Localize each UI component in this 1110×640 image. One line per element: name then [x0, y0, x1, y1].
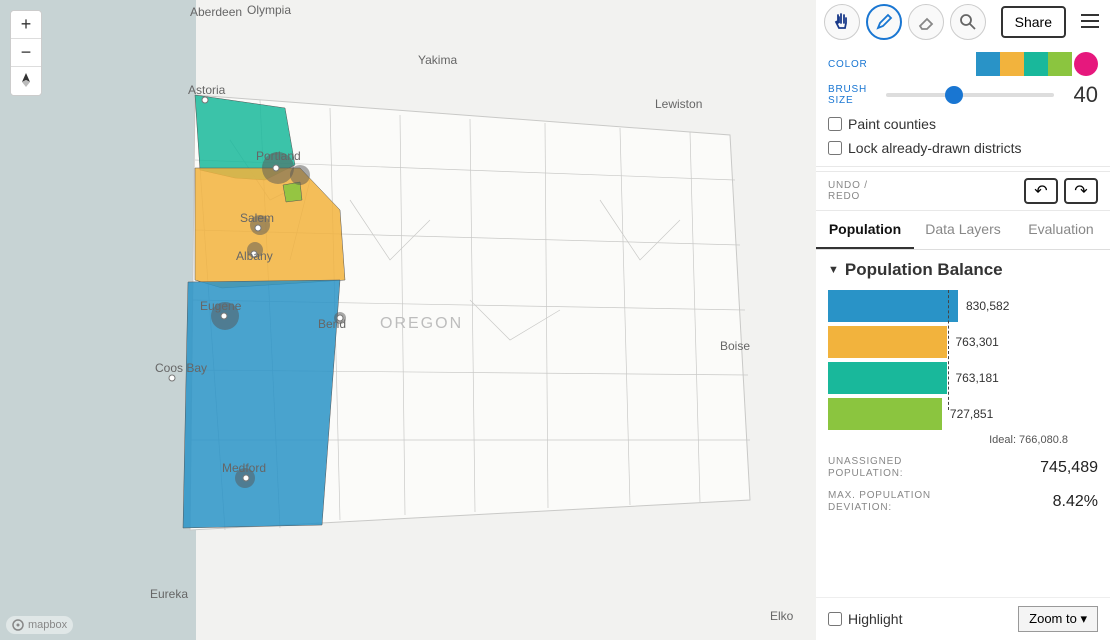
population-bar-row: 763,301 — [828, 326, 1098, 358]
brush-size-label: BRUSH SIZE — [828, 84, 878, 106]
color-label: COLOR — [828, 59, 878, 70]
mapbox-attribution: mapbox — [6, 616, 73, 634]
menu-button[interactable] — [1080, 13, 1100, 32]
svg-text:Aberdeen: Aberdeen — [190, 5, 242, 19]
swatch-5[interactable] — [1074, 52, 1098, 76]
lock-districts-checkbox[interactable] — [828, 141, 842, 155]
svg-text:Bend: Bend — [318, 317, 346, 331]
lock-districts-option[interactable]: Lock already-drawn districts — [828, 140, 1098, 156]
dropdown-icon: ▾ — [1080, 611, 1087, 626]
district-green — [283, 182, 302, 202]
population-panel: ▼ Population Balance 830,582 763,301 763,1… — [816, 250, 1110, 597]
brush-settings: COLOR BRUSH SIZE 40 Paint counties Lock … — [816, 46, 1110, 167]
unassigned-value: 745,489 — [1040, 459, 1098, 477]
bottom-row: Highlight Zoom to ▾ — [816, 597, 1110, 640]
share-button[interactable]: Share — [1001, 6, 1066, 38]
population-bar — [828, 326, 947, 358]
population-bars: 830,582 763,301 763,181 727,851 — [828, 290, 1098, 430]
paint-counties-checkbox[interactable] — [828, 117, 842, 131]
swatch-3[interactable] — [1024, 52, 1048, 76]
svg-text:Medford: Medford — [222, 461, 266, 475]
zoom-to-button[interactable]: Zoom to ▾ — [1018, 606, 1098, 632]
svg-text:Lewiston: Lewiston — [655, 97, 702, 111]
unassigned-label: UNASSIGNED POPULATION: — [828, 456, 978, 480]
tool-toolbar: Share — [816, 0, 1110, 46]
tab-evaluation[interactable]: Evaluation — [1012, 211, 1110, 249]
svg-text:Astoria: Astoria — [188, 83, 226, 97]
district-blue — [183, 280, 340, 528]
swatch-4[interactable] — [1048, 52, 1072, 76]
sidebar: Share COLOR BRUSH SIZE 40 Paint counties — [816, 0, 1110, 640]
svg-text:Eureka: Eureka — [150, 587, 188, 601]
svg-text:Yakima: Yakima — [418, 53, 457, 67]
svg-text:Albany: Albany — [236, 249, 273, 263]
collapse-icon: ▼ — [828, 264, 839, 276]
state-label: OREGON — [380, 315, 463, 332]
undo-redo-label: UNDO / REDO — [828, 180, 878, 202]
highlight-checkbox[interactable] — [828, 612, 842, 626]
eraser-tool[interactable] — [908, 4, 944, 40]
svg-text:Salem: Salem — [240, 211, 274, 225]
population-bar-row: 763,181 — [828, 362, 1098, 394]
brush-size-value: 40 — [1062, 82, 1098, 108]
paint-counties-option[interactable]: Paint counties — [828, 116, 1098, 132]
brush-size-slider[interactable] — [886, 93, 1054, 97]
svg-text:Olympia: Olympia — [247, 3, 291, 17]
population-bar — [828, 362, 947, 394]
population-bar-row: 830,582 — [828, 290, 1098, 322]
inspect-tool[interactable] — [950, 4, 986, 40]
undo-button[interactable]: ↶ — [1024, 178, 1058, 204]
deviation-value: 8.42% — [1053, 493, 1098, 511]
brush-tool[interactable] — [866, 4, 902, 40]
tabs: Population Data Layers Evaluation — [816, 211, 1110, 250]
tab-population[interactable]: Population — [816, 211, 914, 249]
map-svg: OREGON Aberdeen Olympia Astoria Yakima P… — [0, 0, 816, 640]
tab-data-layers[interactable]: Data Layers — [914, 211, 1012, 249]
svg-text:Boise: Boise — [720, 339, 750, 353]
highlight-option[interactable]: Highlight — [828, 611, 902, 627]
svg-text:Eugene: Eugene — [200, 299, 242, 313]
swatch-2[interactable] — [1000, 52, 1024, 76]
population-balance-header[interactable]: ▼ Population Balance — [828, 260, 1098, 280]
map-canvas[interactable]: OREGON Aberdeen Olympia Astoria Yakima P… — [0, 0, 816, 640]
pan-tool[interactable] — [824, 4, 860, 40]
population-bar-label: 830,582 — [966, 299, 1009, 313]
ideal-label: Ideal: 766,080.8 — [828, 434, 1098, 446]
redo-button[interactable]: ↷ — [1064, 178, 1098, 204]
undo-redo-row: UNDO / REDO ↶ ↷ — [816, 171, 1110, 211]
reset-north-button[interactable] — [11, 67, 41, 95]
population-bar-label: 763,301 — [955, 335, 998, 349]
population-bar-label: 727,851 — [950, 407, 993, 421]
population-bar-label: 763,181 — [955, 371, 998, 385]
svg-text:Portland: Portland — [256, 149, 301, 163]
zoom-out-button[interactable]: − — [11, 39, 41, 67]
svg-text:Elko: Elko — [770, 609, 794, 623]
deviation-label: MAX. POPULATION DEVIATION: — [828, 490, 978, 514]
population-bar-row: 727,851 — [828, 398, 1098, 430]
swatch-1[interactable] — [976, 52, 1000, 76]
zoom-controls: + − — [10, 10, 42, 96]
population-bar — [828, 398, 942, 430]
ideal-line — [948, 290, 949, 410]
zoom-in-button[interactable]: + — [11, 11, 41, 39]
svg-text:Coos Bay: Coos Bay — [155, 361, 207, 375]
population-bar — [828, 290, 958, 322]
color-swatches — [976, 52, 1098, 76]
